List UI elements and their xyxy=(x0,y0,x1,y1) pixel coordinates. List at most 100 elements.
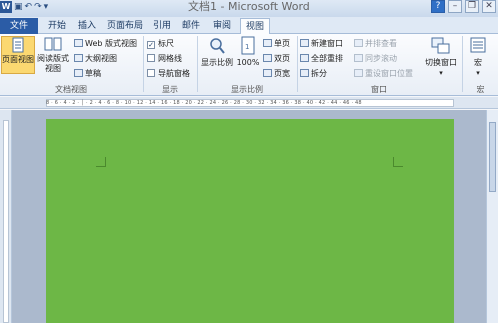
horizontal-ruler[interactable]: 8 · 6 · 4 · 2 · │ · 2 · 4 · 6 · 8 · 10 ·… xyxy=(0,97,498,109)
page-width-button[interactable]: 页宽 xyxy=(263,68,290,79)
minimize-icon[interactable]: – xyxy=(448,0,462,13)
print-layout-label: 页面视图 xyxy=(2,55,34,64)
group-label-zoom: 显示比例 xyxy=(231,85,263,94)
zoom-100-label: 100% xyxy=(236,58,260,67)
sync-scroll-label: 同步滚动 xyxy=(365,54,397,63)
new-window-icon xyxy=(300,39,309,47)
restore-icon[interactable]: ❐ xyxy=(465,0,479,13)
side-by-side-button[interactable]: 并排查看 xyxy=(354,38,397,49)
one-page-button[interactable]: 单页 xyxy=(263,38,290,49)
split-button[interactable]: 拆分 xyxy=(300,68,327,79)
macros-button[interactable]: 宏 ▾ xyxy=(466,36,490,78)
chevron-down-icon: ▾ xyxy=(476,69,480,77)
customize-icon[interactable]: ▾ xyxy=(44,1,49,13)
page-width-icon xyxy=(263,69,272,77)
vertical-ruler[interactable] xyxy=(0,110,12,323)
tab-mailings[interactable]: 邮件 xyxy=(178,18,204,34)
gridlines-check-icon xyxy=(147,54,155,62)
web-layout-button[interactable]: Web 版式视图 xyxy=(74,38,137,49)
macros-label: 宏 xyxy=(474,58,482,67)
vertical-scrollbar[interactable] xyxy=(486,110,498,323)
split-label: 拆分 xyxy=(311,69,327,78)
arrange-all-button[interactable]: 全部重排 xyxy=(300,53,343,64)
ruler-label: 标尺 xyxy=(158,39,174,48)
outline-icon xyxy=(74,54,83,62)
draft-label: 草稿 xyxy=(85,69,101,78)
ruler-check-icon: ✓ xyxy=(147,41,155,49)
split-icon xyxy=(300,69,309,77)
reset-position-label: 重设窗口位置 xyxy=(365,69,413,78)
nav-pane-check-icon xyxy=(147,69,155,77)
ribbon-tabs: 文件 开始 插入 页面布局 引用 邮件 审阅 视图 xyxy=(0,17,498,34)
ribbon: 页面视图 阅读版式视图 Web 版式视图 大纲视图 草稿 文档视图 ✓ 标尺 网格… xyxy=(0,34,498,96)
arrange-all-icon xyxy=(300,54,309,62)
full-screen-reading-label: 阅读版式视图 xyxy=(37,54,69,73)
window-controls: ? – ❐ ✕ xyxy=(431,0,496,13)
switch-windows-label: 切换窗口 xyxy=(425,58,457,67)
word-icon[interactable]: W xyxy=(0,1,12,13)
two-pages-icon xyxy=(263,54,272,62)
save-icon[interactable]: ▣ xyxy=(14,1,23,13)
close-icon[interactable]: ✕ xyxy=(482,0,496,13)
draft-button[interactable]: 草稿 xyxy=(74,68,101,79)
web-layout-label: Web 版式视图 xyxy=(85,39,137,48)
tab-page-layout[interactable]: 页面布局 xyxy=(104,18,146,34)
zoom-button[interactable]: 显示比例 xyxy=(199,36,235,68)
undo-icon[interactable]: ↶ xyxy=(25,1,33,13)
reset-position-button[interactable]: 重设窗口位置 xyxy=(354,68,413,79)
magnifier-icon xyxy=(210,38,225,54)
tab-insert[interactable]: 插入 xyxy=(74,18,100,34)
gridlines-checkbox[interactable]: 网格线 xyxy=(147,53,182,64)
document-area xyxy=(0,110,498,323)
two-pages-button[interactable]: 双页 xyxy=(263,53,290,64)
sync-scroll-button[interactable]: 同步滚动 xyxy=(354,53,397,64)
two-pages-label: 双页 xyxy=(274,54,290,63)
full-screen-reading-button[interactable]: 阅读版式视图 xyxy=(36,36,70,74)
scrollbar-thumb[interactable] xyxy=(489,122,496,192)
switch-windows-button[interactable]: 切换窗口 ▾ xyxy=(422,36,460,78)
print-layout-button[interactable]: 页面视图 xyxy=(1,36,35,74)
chevron-down-icon: ▾ xyxy=(439,69,443,77)
tab-references[interactable]: 引用 xyxy=(150,18,174,34)
group-label-macros: 宏 xyxy=(476,85,485,94)
nav-pane-label: 导航窗格 xyxy=(158,69,190,78)
group-label-show: 显示 xyxy=(162,85,178,94)
zoom-100-button[interactable]: 1 100% xyxy=(236,36,260,68)
crop-mark-right xyxy=(393,157,403,167)
zoom-label: 显示比例 xyxy=(201,58,233,67)
tab-file[interactable]: 文件 xyxy=(0,18,38,34)
side-by-side-label: 并排查看 xyxy=(365,39,397,48)
switch-windows-icon xyxy=(431,37,450,54)
page-width-label: 页宽 xyxy=(274,69,290,78)
macros-icon xyxy=(470,37,486,53)
svg-text:1: 1 xyxy=(245,43,249,51)
gridlines-label: 网格线 xyxy=(158,54,182,63)
new-window-button[interactable]: 新建窗口 xyxy=(300,38,343,49)
tab-review[interactable]: 审阅 xyxy=(208,18,236,34)
one-page-icon xyxy=(263,39,272,47)
group-label-document-views: 文档视图 xyxy=(55,85,87,94)
draft-icon xyxy=(74,69,83,77)
web-layout-icon xyxy=(74,39,83,47)
ruler-checkbox[interactable]: ✓ 标尺 xyxy=(147,38,174,49)
outline-label: 大纲视图 xyxy=(85,54,117,63)
tab-home[interactable]: 开始 xyxy=(44,18,70,34)
outline-button[interactable]: 大纲视图 xyxy=(74,53,117,64)
vertical-ruler-track xyxy=(3,120,9,323)
print-layout-icon xyxy=(12,37,24,53)
page-100-icon: 1 xyxy=(241,36,255,55)
one-page-label: 单页 xyxy=(274,39,290,48)
new-window-label: 新建窗口 xyxy=(311,39,343,48)
document-page[interactable] xyxy=(46,119,454,323)
nav-pane-checkbox[interactable]: 导航窗格 xyxy=(147,68,190,79)
tab-view[interactable]: 视图 xyxy=(240,18,270,34)
sync-scroll-icon xyxy=(354,54,363,62)
arrange-all-label: 全部重排 xyxy=(311,54,343,63)
ruler-ticks: 8 · 6 · 4 · 2 · │ · 2 · 4 · 6 · 8 · 10 ·… xyxy=(46,100,362,106)
group-label-window: 窗口 xyxy=(371,85,387,94)
quick-access-toolbar: W ▣ ↶ ↷ ▾ xyxy=(0,1,48,13)
reading-view-icon xyxy=(44,37,62,51)
redo-icon[interactable]: ↷ xyxy=(34,1,42,13)
title-bar: W ▣ ↶ ↷ ▾ 文档1 - Microsoft Word ? – ❐ ✕ xyxy=(0,0,498,17)
help-icon[interactable]: ? xyxy=(431,0,445,13)
